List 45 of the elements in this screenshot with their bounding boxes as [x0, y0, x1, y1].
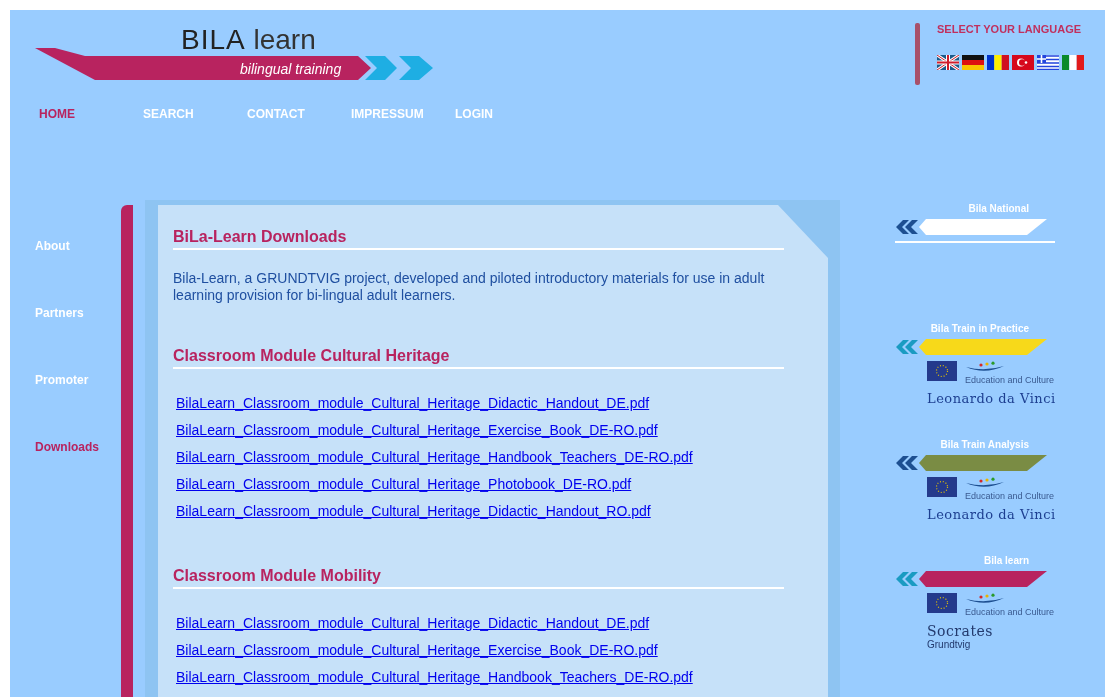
nav-link[interactable]: SEARCH: [143, 107, 247, 121]
flag-icon: [927, 361, 957, 381]
download-link[interactable]: BilaLearn_Classroom_module_Cultural_Heritage_Didactic_Handout_DE.pdf: [176, 395, 650, 412]
download-link[interactable]: BilaLearn_Classroom_module_Cultural_Heritage_Exercise_Book_DE-RO.pdf: [176, 422, 658, 439]
sidebar-link[interactable]: About: [35, 239, 121, 254]
flag-icon[interactable]: [962, 55, 984, 70]
programme-name: Leonardo da Vinci: [927, 391, 1057, 406]
download-link[interactable]: BilaLearn_Classroom_module_Cultural_Heritage_Didactic_Handout_DE.pdf: [176, 615, 650, 632]
download-link[interactable]: BilaLearn_Classroom_module_Cultural_Heritage_Handbook_Teachers_DE-RO.pdf: [176, 669, 693, 686]
flag-icon: [927, 477, 957, 497]
project-label[interactable]: Bila Train in Practice: [930, 323, 1029, 334]
nav-link[interactable]: LOGIN: [455, 107, 559, 121]
flag-icon[interactable]: [1012, 55, 1034, 70]
project-label[interactable]: Bila National: [968, 203, 1029, 214]
sidebar-link[interactable]: Downloads: [35, 440, 121, 455]
section-heading: Classroom Module Mobility: [173, 566, 784, 589]
programme-subname: Grundtvig: [927, 639, 972, 650]
language-title: SELECT YOUR LANGUAGE: [937, 23, 1083, 35]
programme-name: Leonardo da Vinci: [927, 507, 1057, 522]
flag-icon: [927, 593, 957, 613]
language-divider: [915, 23, 920, 85]
nav-link[interactable]: HOME: [39, 107, 143, 121]
programme-caption: Education and Culture: [965, 607, 1055, 617]
project-label[interactable]: Bila learn: [983, 555, 1029, 566]
project-ribbon[interactable]: [919, 571, 1047, 587]
project-label[interactable]: Bila Train Analysis: [940, 439, 1029, 450]
sidebar-link[interactable]: Promoter: [35, 373, 121, 388]
download-link[interactable]: BilaLearn_Classroom_module_Cultural_Heritage_Photobook_DE-RO.pdf: [176, 476, 632, 493]
programme-caption: Education and Culture: [965, 491, 1055, 501]
intro-paragraph: Bila-Learn, a GRUNDTVIG project, developed and piloted introductory materials for use in adult learning provision for bi-lingual adult learners.: [173, 270, 766, 304]
download-link[interactable]: BilaLearn_Classroom_module_Cultural_Heritage_Handbook_Teachers_DE-RO.pdf: [176, 449, 693, 466]
download-link[interactable]: BilaLearn_Classroom_module_Cultural_Heritage_Didactic_Handout_RO.pdf: [176, 503, 651, 520]
logo-tagline: bilingual training: [240, 60, 342, 78]
programme-caption: Education and Culture: [965, 375, 1055, 385]
flag-icon[interactable]: [937, 55, 959, 70]
sidebar-link[interactable]: Partners: [35, 306, 121, 321]
programme-name: Socrates: [927, 623, 994, 639]
page-heading: BiLa-Learn Downloads: [173, 227, 784, 250]
section-heading: Classroom Module Cultural Heritage: [173, 346, 784, 369]
download-link[interactable]: BilaLearn_Classroom_module_Cultural_Heritage_Exercise_Book_DE-RO.pdf: [176, 642, 658, 659]
nav-link[interactable]: CONTACT: [247, 107, 351, 121]
flag-icon[interactable]: [1037, 55, 1059, 70]
nav-link[interactable]: IMPRESSUM: [351, 107, 455, 121]
flag-icon[interactable]: [987, 55, 1009, 70]
logo-title: BILA learn: [181, 25, 316, 55]
